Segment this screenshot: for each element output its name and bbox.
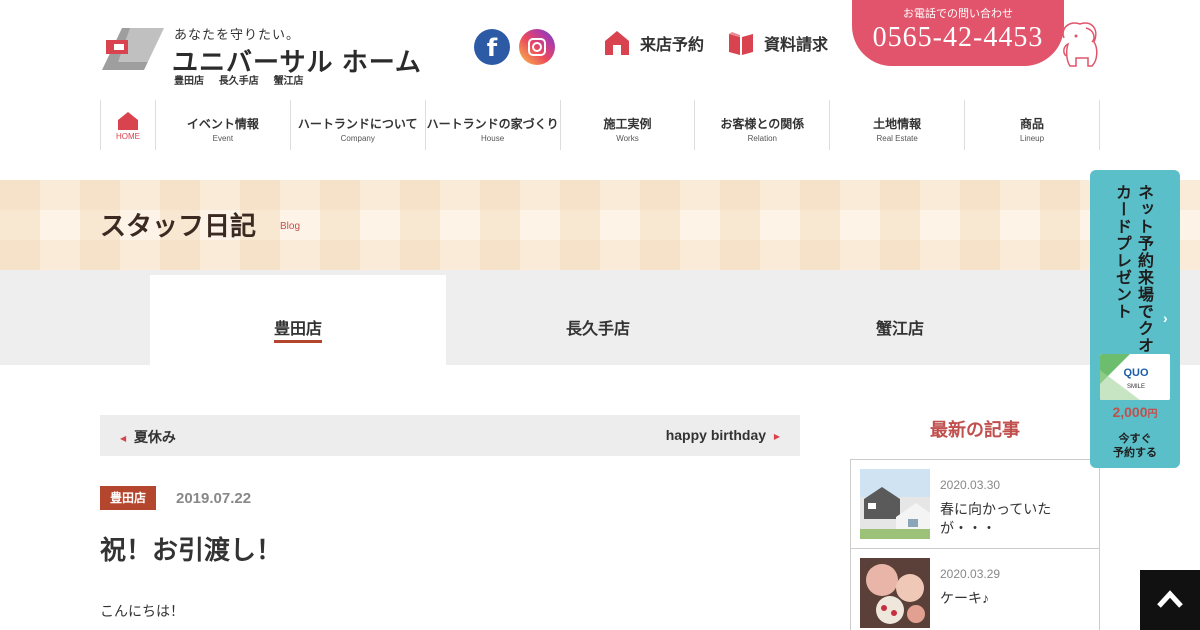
campaign-cta-line1: 今すぐ: [1118, 433, 1152, 445]
global-nav: HOME イベント情報 Event ハートランドについて Company ハート…: [100, 100, 1100, 150]
nav-item-label: 商品: [1020, 117, 1045, 131]
campaign-text: ネット予約来場でクオカードプレゼント: [1113, 184, 1152, 354]
quo-card-subtitle: SMILE: [1127, 384, 1145, 390]
logo-store-nagakute: 長久手店: [218, 76, 259, 87]
prev-post-link[interactable]: ◀ 夏休み: [120, 427, 176, 447]
chevron-right-icon: ›: [1163, 310, 1168, 326]
campaign-price-value: 2,000: [1112, 404, 1148, 420]
recent-post-title: 春に向かっていたが・・・: [940, 501, 1052, 536]
house-photo-thumbnail: [860, 469, 930, 539]
back-to-top-button[interactable]: [1140, 570, 1200, 630]
nav-item-sublabel: Company: [340, 134, 375, 143]
list-item[interactable]: 2020.03.30 春に向かっていたが・・・: [851, 460, 1099, 549]
nav-item-sublabel: Relation: [747, 134, 777, 143]
list-item[interactable]: 2020.03.29 ケーキ♪: [851, 549, 1099, 630]
nav-item-event[interactable]: イベント情報 Event: [156, 100, 291, 150]
post-pagination: ◀ 夏休み happy birthday ▶: [100, 415, 800, 456]
logo-store-list: 豊田店 長久手店 蟹江店: [174, 72, 316, 87]
prev-post-title: 夏休み: [133, 429, 176, 445]
site-header: あなたを守りたい。 ユニバーサル ホーム 豊田店 長久手店 蟹江店 f 来店予約…: [0, 0, 1200, 100]
nav-item-label: ハートランドの家づくり: [426, 117, 559, 131]
nav-item-company[interactable]: ハートランドについて Company: [291, 100, 426, 150]
recent-post-title: ケーキ♪: [940, 590, 989, 606]
nav-home-label: HOME: [115, 132, 140, 141]
nav-item-label: お客様との関係: [720, 117, 805, 131]
chevron-right-icon: ▶: [773, 431, 780, 441]
phone-number: 0565-42-4453: [872, 22, 1044, 53]
nav-item-label: イベント情報: [186, 117, 259, 131]
visit-reservation-link[interactable]: 来店予約: [604, 30, 704, 56]
logo-store-kanie: 蟹江店: [273, 76, 304, 87]
visit-reservation-label: 来店予約: [640, 37, 705, 54]
campaign-cta: 今すぐ 予約する: [1090, 432, 1180, 460]
facebook-icon[interactable]: f: [474, 29, 510, 65]
nav-item-works[interactable]: 施工実例 Works: [561, 100, 696, 150]
recent-posts-list: 2020.03.30 春に向かっていたが・・・ 2020.03.29 ケーキ♪: [850, 459, 1100, 630]
tab-nagakute[interactable]: 長久手店: [450, 275, 746, 365]
category-badge[interactable]: 豊田店: [100, 486, 156, 510]
sidebar-heading: 最新の記事: [930, 420, 1020, 440]
nav-item-sublabel: House: [481, 134, 505, 143]
quo-card-campaign-banner[interactable]: ネット予約来場でクオカードプレゼント › QUO SMILE 2,000円 今す…: [1090, 170, 1180, 468]
tab-toyota[interactable]: 豊田店: [150, 275, 446, 365]
page-title: スタッフ日記: [100, 211, 257, 241]
instagram-icon[interactable]: [519, 29, 555, 65]
post-date: 2019.07.22: [176, 490, 252, 507]
quo-card-brand: QUO: [1123, 367, 1149, 379]
nav-home[interactable]: HOME: [100, 100, 156, 150]
tab-kanie[interactable]: 蟹江店: [752, 275, 1048, 365]
page-title-en: Blog: [280, 221, 301, 232]
logo-mark-icon: [102, 28, 164, 70]
logo-tagline: あなたを守りたい。: [174, 27, 301, 42]
next-post-link[interactable]: happy birthday ▶: [666, 427, 780, 443]
next-post-title: happy birthday: [665, 427, 767, 443]
recent-post-date: 2020.03.29: [940, 567, 1001, 581]
chevron-left-icon: ◀: [120, 433, 127, 443]
cake-photo-thumbnail: [860, 558, 930, 628]
nav-item-sublabel: Real Estate: [876, 134, 918, 143]
logo-store-toyota: 豊田店: [174, 76, 204, 87]
recent-post-date: 2020.03.30: [940, 478, 1001, 492]
nav-item-lineup[interactable]: 商品 Lineup: [965, 100, 1100, 150]
post-body: こんにちは！: [100, 603, 184, 619]
campaign-price-unit: 円: [1147, 409, 1158, 420]
nav-item-label: 施工実例: [603, 117, 652, 131]
phone-label: お電話での問い合わせ: [903, 8, 1013, 20]
nav-item-house[interactable]: ハートランドの家づくり House: [426, 100, 561, 150]
nav-item-label: ハートランドについて: [297, 117, 418, 131]
instagram-lens: [532, 42, 542, 52]
nav-item-sublabel: Works: [616, 134, 639, 143]
chevron-up-icon: [1157, 590, 1183, 608]
document-request-link[interactable]: 資料請求: [728, 30, 828, 56]
company-logo[interactable]: あなたを守りたい。 ユニバーサル ホーム 豊田店 長久手店 蟹江店: [100, 22, 421, 88]
tab-label: 長久手店: [565, 321, 630, 338]
elephant-mascot-icon: [1062, 22, 1098, 67]
document-request-label: 資料請求: [764, 37, 829, 54]
nav-item-sublabel: Lineup: [1020, 134, 1045, 143]
store-tabs: 豊田店 長久手店 蟹江店: [0, 270, 1200, 365]
nav-item-real-estate[interactable]: 土地情報 Real Estate: [830, 100, 966, 150]
campaign-cta-line2: 予約する: [1113, 447, 1157, 459]
nav-item-label: 土地情報: [873, 117, 922, 131]
phone-contact[interactable]: お電話での問い合わせ 0565-42-4453: [852, 0, 1064, 66]
quo-card-icon: QUO SMILE: [1100, 354, 1170, 400]
house-icon: [605, 31, 629, 55]
tab-label: 蟹江店: [875, 321, 924, 338]
tab-label: 豊田店: [273, 321, 322, 343]
nav-item-sublabel: Event: [212, 134, 234, 143]
nav-item-relation[interactable]: お客様との関係 Relation: [695, 100, 831, 150]
book-icon: [729, 32, 753, 55]
home-icon: [117, 112, 138, 130]
post-title: 祝！お引渡し！: [100, 535, 283, 565]
campaign-price: 2,000円: [1090, 404, 1180, 420]
